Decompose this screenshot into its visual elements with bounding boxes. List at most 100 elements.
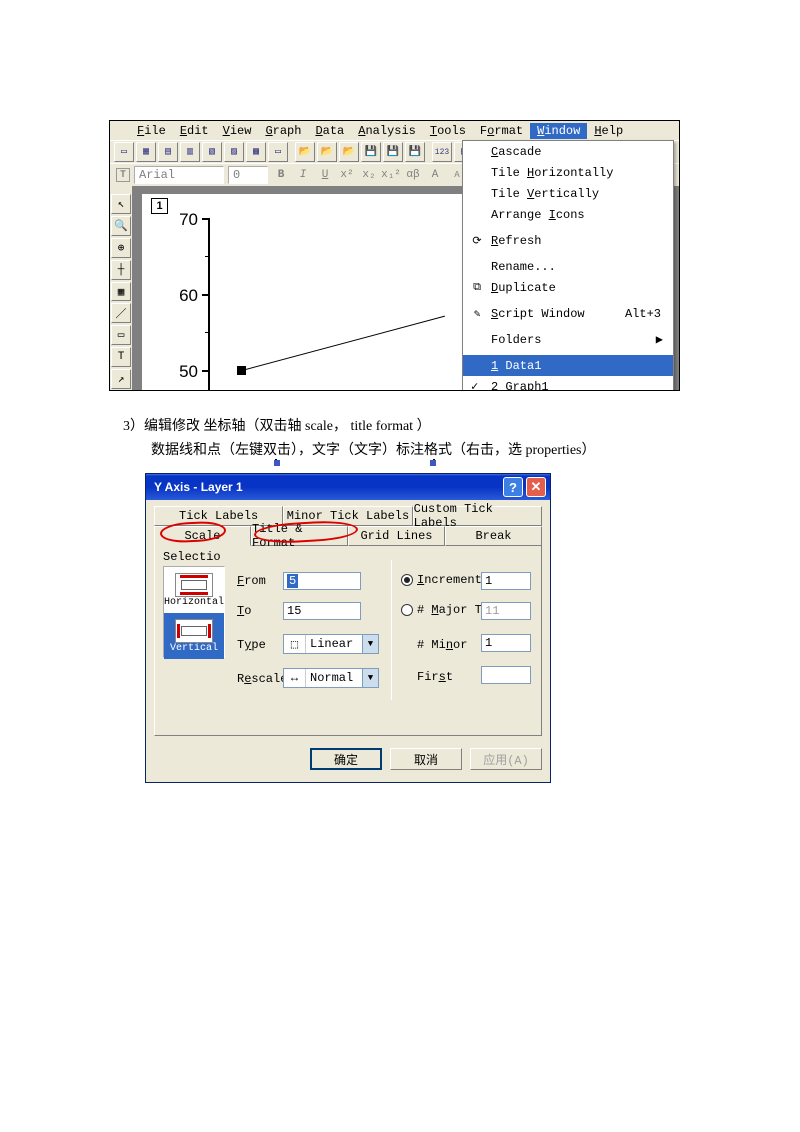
menu-analysis[interactable]: Analysis (351, 123, 423, 139)
tools-toolbar: ↖ 🔍 ⊕ ┼ ▦ ／ ▭ T ↗ (110, 193, 132, 390)
italic-button[interactable]: I (294, 166, 312, 184)
increment-input[interactable]: 1 (481, 572, 531, 590)
y-axis[interactable] (208, 218, 210, 391)
menu-item-refresh[interactable]: ⟳Refresh (463, 230, 673, 251)
subsuper-button[interactable]: x₁² (382, 166, 400, 184)
accelerator-label: Alt+3 (625, 307, 673, 321)
menu-graph[interactable]: Graph (258, 123, 308, 139)
font-inc-button[interactable]: A (426, 166, 444, 184)
select-tool-icon[interactable]: ▭ (111, 325, 131, 345)
save-icon[interactable]: 💾 (361, 142, 381, 162)
y-tick (202, 370, 208, 372)
text-tool-icon[interactable]: T (111, 347, 131, 367)
tab-scale[interactable]: Scale (154, 526, 251, 546)
font-size-select[interactable]: 0 (228, 166, 268, 184)
scale-panel: Selectio Horizontal Vertical From 5 To 1… (154, 546, 542, 736)
open-icon[interactable]: 📂 (295, 142, 315, 162)
menu-item-tile-horizontally[interactable]: Tile Horizontally (463, 162, 673, 183)
toolbar-button[interactable]: ▤ (158, 142, 178, 162)
toolbar-button[interactable]: ▥ (180, 142, 200, 162)
greek-button[interactable]: αβ (404, 166, 422, 184)
y-tick-label: 60 (162, 286, 198, 306)
first-input[interactable] (481, 666, 531, 684)
data-tool-icon[interactable]: ┼ (111, 260, 131, 280)
y-tick-label: 70 (162, 210, 198, 230)
check-icon: ✓ (471, 379, 478, 391)
open-icon[interactable]: 📂 (317, 142, 337, 162)
increment-radio[interactable]: Increment (401, 573, 482, 587)
toolbar-button[interactable]: 123 (432, 142, 452, 162)
apply-button: 应用(A) (470, 748, 542, 770)
tab-custom-tick-labels[interactable]: Custom Tick Labels (413, 506, 542, 526)
menubar: File Edit View Graph Data Analysis Tools… (110, 121, 679, 140)
type-select[interactable]: ⬚ Linear ▼ (283, 634, 379, 654)
zoom-tool-icon[interactable]: 🔍 (111, 216, 131, 236)
axis-item-vertical[interactable]: Vertical (164, 613, 224, 659)
dialog-title: Y Axis - Layer 1 (154, 480, 243, 494)
menu-data[interactable]: Data (308, 123, 351, 139)
save-icon[interactable]: 💾 (405, 142, 425, 162)
menu-item-tile-vertically[interactable]: Tile Vertically (463, 183, 673, 204)
menu-format[interactable]: Format (473, 123, 530, 139)
ok-button[interactable]: 确定 (310, 748, 382, 770)
menu-help[interactable]: Help (587, 123, 630, 139)
menu-item-cascade[interactable]: Cascade (463, 141, 673, 162)
reader-tool-icon[interactable]: ⊕ (111, 238, 131, 258)
tab-title-format[interactable]: Title & Format (251, 526, 348, 546)
y-minor-tick (205, 332, 208, 333)
save-icon[interactable]: 💾 (383, 142, 403, 162)
menu-item-rename[interactable]: Rename... (463, 256, 673, 277)
pointer-tool-icon[interactable]: ↖ (111, 194, 131, 214)
axis-selection-list[interactable]: Horizontal Vertical (163, 566, 225, 658)
y-axis-dialog: Y Axis - Layer 1 ? ✕ Tick Labels Minor T… (145, 473, 551, 783)
menu-tools[interactable]: Tools (423, 123, 473, 139)
dropdown-arrow-icon: ▼ (362, 669, 378, 687)
mask-tool-icon[interactable]: ▦ (111, 282, 131, 302)
toolbar-button[interactable]: ▧ (202, 142, 222, 162)
axis-item-horizontal[interactable]: Horizontal (164, 567, 224, 613)
toolbar-button[interactable]: ▭ (268, 142, 288, 162)
tab-grid-lines[interactable]: Grid Lines (348, 526, 445, 546)
menu-edit[interactable]: Edit (173, 123, 216, 139)
rescale-label: Rescale (237, 672, 287, 686)
font-family-select[interactable]: Arial (134, 166, 224, 184)
type-label: Type (237, 638, 266, 652)
open-icon[interactable]: 📂 (339, 142, 359, 162)
toolbar-button[interactable]: ▨ (224, 142, 244, 162)
menu-window[interactable]: Window (530, 123, 587, 139)
help-button[interactable]: ? (503, 477, 523, 497)
from-input[interactable]: 5 (283, 572, 361, 590)
rescale-select[interactable]: ↔ Normal ▼ (283, 668, 379, 688)
close-button[interactable]: ✕ (526, 477, 546, 497)
toolbar-button[interactable]: ▭ (114, 142, 134, 162)
cancel-button[interactable]: 取消 (390, 748, 462, 770)
menu-item-duplicate[interactable]: ⧉Duplicate (463, 277, 673, 298)
divider (391, 560, 392, 700)
graph-window[interactable]: 1 70 60 50 (142, 194, 462, 391)
toolbar-button[interactable]: ▦ (136, 142, 156, 162)
dialog-titlebar[interactable]: Y Axis - Layer 1 ? ✕ (146, 474, 550, 500)
y-tick (202, 294, 208, 296)
majortic-input: 11 (481, 602, 531, 620)
menu-file[interactable]: File (130, 123, 173, 139)
data-line[interactable] (242, 316, 445, 371)
subscript-button[interactable]: x₂ (360, 166, 378, 184)
underline-button[interactable]: U (316, 166, 334, 184)
selection-handles (275, 459, 435, 466)
menu-item-window-1[interactable]: 1 Data1 (463, 355, 673, 376)
menu-item-window-2[interactable]: ✓2 Graph1 (463, 376, 673, 391)
toolbar-button[interactable]: ▩ (246, 142, 266, 162)
superscript-button[interactable]: x² (338, 166, 356, 184)
menu-item-arrange-icons[interactable]: Arrange Icons (463, 204, 673, 225)
draw-tool-icon[interactable]: ／ (111, 303, 131, 323)
minor-input[interactable]: 1 (481, 634, 531, 652)
dialog-button-bar: 确定 取消 应用(A) (146, 744, 542, 774)
menu-item-folders[interactable]: Folders▶ (463, 329, 673, 350)
bold-button[interactable]: B (272, 166, 290, 184)
menu-item-script-window[interactable]: ✎Script WindowAlt+3 (463, 303, 673, 324)
dropdown-arrow-icon: ▼ (362, 635, 378, 653)
to-input[interactable]: 15 (283, 602, 361, 620)
menu-view[interactable]: View (216, 123, 259, 139)
arrow-tool-icon[interactable]: ↗ (111, 369, 131, 389)
tab-break[interactable]: Break (445, 526, 542, 546)
